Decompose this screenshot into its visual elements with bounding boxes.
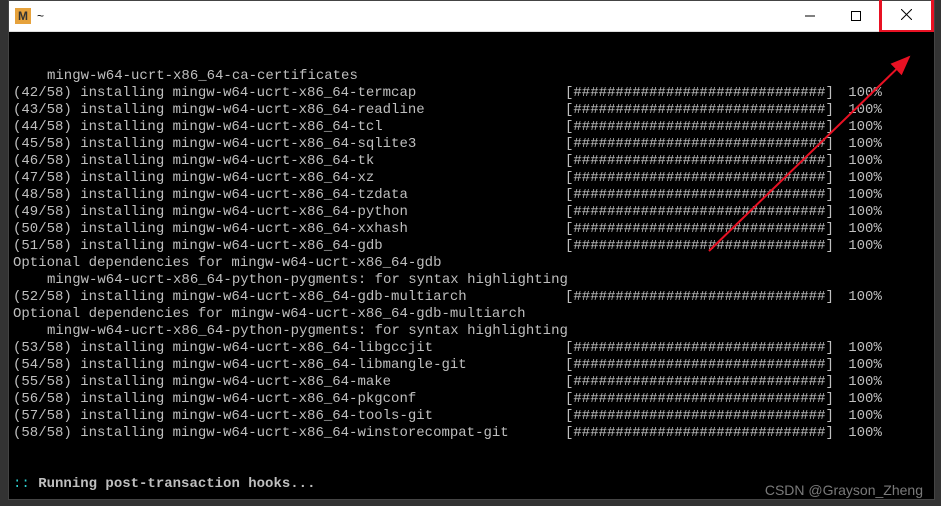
progress-bar: [##############################] [565,238,834,255]
progress-bar: [##############################] [565,204,834,221]
progress-bar: [##############################] [565,408,834,425]
progress-bar: [##############################] [565,221,834,238]
progress-bar: [##############################] [565,391,834,408]
output-line: (50/58) installing mingw-w64-ucrt-x86_64… [13,221,930,238]
progress-bar: [##############################] [565,119,834,136]
progress-bar: [##############################] [565,85,834,102]
output-line: (56/58) installing mingw-w64-ucrt-x86_64… [13,391,930,408]
output-line: (45/58) installing mingw-w64-ucrt-x86_64… [13,136,930,153]
output-line: (51/58) installing mingw-w64-ucrt-x86_64… [13,238,930,255]
app-icon: M [15,8,31,24]
terminal-body[interactable]: mingw-w64-ucrt-x86_64-ca-certificates(42… [9,32,934,499]
maximize-button[interactable] [833,1,879,31]
output-line: (54/58) installing mingw-w64-ucrt-x86_64… [13,357,930,374]
output-line: mingw-w64-ucrt-x86_64-python-pygments: f… [13,323,930,340]
output-line: (53/58) installing mingw-w64-ucrt-x86_64… [13,340,930,357]
progress-bar: [##############################] [565,425,834,442]
progress-bar: [##############################] [565,357,834,374]
progress-bar: [##############################] [565,153,834,170]
progress-bar: [##############################] [565,102,834,119]
output-line: (47/58) installing mingw-w64-ucrt-x86_64… [13,170,930,187]
output-line: (58/58) installing mingw-w64-ucrt-x86_64… [13,425,930,442]
output-line: Optional dependencies for mingw-w64-ucrt… [13,306,930,323]
progress-bar: [##############################] [565,136,834,153]
output-line: (55/58) installing mingw-w64-ucrt-x86_64… [13,374,930,391]
output-line: (44/58) installing mingw-w64-ucrt-x86_64… [13,119,930,136]
watermark: CSDN @Grayson_Zheng [765,482,923,498]
output-line: (48/58) installing mingw-w64-ucrt-x86_64… [13,187,930,204]
titlebar: M ~ [9,1,934,32]
progress-bar: [##############################] [565,340,834,357]
progress-bar: [##############################] [565,374,834,391]
progress-bar: [##############################] [565,187,834,204]
output-line: (46/58) installing mingw-w64-ucrt-x86_64… [13,153,930,170]
output-line: (49/58) installing mingw-w64-ucrt-x86_64… [13,204,930,221]
window-title: ~ [37,9,44,23]
output-line: Optional dependencies for mingw-w64-ucrt… [13,255,930,272]
minimize-button[interactable] [787,1,833,31]
output-line: (52/58) installing mingw-w64-ucrt-x86_64… [13,289,930,306]
output-line: (43/58) installing mingw-w64-ucrt-x86_64… [13,102,930,119]
output-line: mingw-w64-ucrt-x86_64-python-pygments: f… [13,272,930,289]
close-button[interactable] [879,0,934,33]
terminal-window: M ~ mingw-w64-ucrt-x86_64-ca-certificate… [8,0,935,500]
output-line: mingw-w64-ucrt-x86_64-ca-certificates [13,68,930,85]
progress-bar: [##############################] [565,289,834,306]
progress-bar: [##############################] [565,170,834,187]
output-line: (57/58) installing mingw-w64-ucrt-x86_64… [13,408,930,425]
output-line: (42/58) installing mingw-w64-ucrt-x86_64… [13,85,930,102]
